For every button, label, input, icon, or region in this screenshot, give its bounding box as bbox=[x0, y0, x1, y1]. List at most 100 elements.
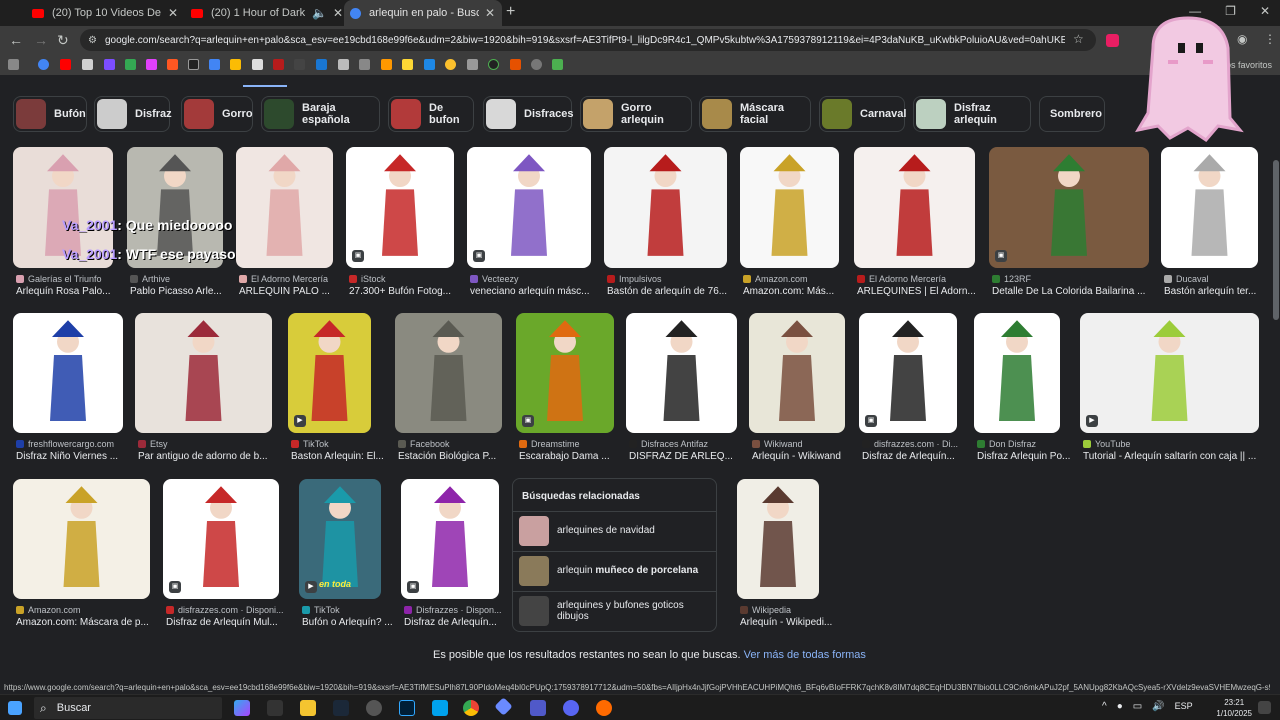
result-thumbnail[interactable]: ▣ bbox=[163, 479, 279, 599]
image-result[interactable]: Amazon.com Amazon.com: Más... bbox=[740, 147, 839, 316]
language-indicator[interactable]: ESP bbox=[1175, 701, 1193, 712]
bookmark-icon[interactable] bbox=[316, 59, 327, 70]
result-source[interactable]: Facebook bbox=[398, 439, 450, 449]
forward-icon[interactable]: → bbox=[34, 32, 48, 48]
result-thumbnail[interactable]: ▣ bbox=[516, 313, 614, 433]
bookmark-icon[interactable] bbox=[445, 59, 456, 70]
result-source[interactable]: TikTok bbox=[302, 605, 340, 615]
page-scrollbar[interactable] bbox=[1273, 80, 1279, 680]
result-source[interactable]: Amazon.com bbox=[16, 605, 81, 615]
image-result[interactable]: Amazon.com Amazon.com: Máscara de p... bbox=[13, 479, 150, 647]
notifications-icon[interactable] bbox=[1258, 701, 1271, 714]
app-icon[interactable] bbox=[494, 697, 513, 716]
result-thumbnail[interactable] bbox=[854, 147, 975, 268]
result-thumbnail[interactable]: ▣ bbox=[859, 313, 957, 433]
related-search-item[interactable]: arlequines y bufones goticos dibujos bbox=[513, 591, 716, 629]
result-thumbnail[interactable] bbox=[749, 313, 845, 433]
result-source[interactable]: 123RF bbox=[992, 274, 1031, 284]
steam-icon[interactable] bbox=[333, 700, 349, 716]
bookmark-icon[interactable] bbox=[82, 59, 93, 70]
result-source[interactable]: disfrazzes.com · Disponi... bbox=[166, 605, 284, 615]
discord-icon[interactable] bbox=[563, 700, 579, 716]
image-result[interactable]: Etsy Par antiguo de adorno de b... bbox=[135, 313, 272, 481]
result-source[interactable]: Dreamstime bbox=[519, 439, 580, 449]
bookmark-icon[interactable] bbox=[230, 59, 241, 70]
tab-youtube-dark[interactable]: (20) 1 Hour of Dark and Mysterious 🔈 ✕ bbox=[185, 3, 343, 23]
close-icon[interactable]: ✕ bbox=[333, 6, 343, 20]
result-source[interactable]: Arthive bbox=[130, 274, 170, 284]
chip-carnaval[interactable]: Carnaval bbox=[819, 96, 906, 132]
result-thumbnail[interactable]: ▶ en toda bbox=[299, 479, 381, 599]
new-tab-button[interactable]: + bbox=[506, 3, 515, 21]
result-source[interactable]: disfrazzes.com · Di... bbox=[862, 439, 958, 449]
chip-sombrero[interactable]: Sombrero bbox=[1039, 96, 1105, 132]
result-source[interactable]: Disfrazzes · Dispon... bbox=[404, 605, 502, 615]
bookmark-icon[interactable] bbox=[294, 59, 305, 70]
apps-icon[interactable] bbox=[8, 59, 19, 70]
bookmark-icon[interactable] bbox=[252, 59, 263, 70]
result-source[interactable]: El Adorno Mercería bbox=[239, 274, 328, 284]
close-icon[interactable]: ✕ bbox=[168, 6, 178, 20]
image-result[interactable]: Ducaval Bastón arlequín ter... bbox=[1161, 147, 1258, 316]
bookmark-icon[interactable] bbox=[510, 59, 521, 70]
result-thumbnail[interactable]: ▶ bbox=[1080, 313, 1259, 433]
bookmark-icon[interactable] bbox=[38, 59, 49, 70]
result-source[interactable]: freshflowercargo.com bbox=[16, 439, 114, 449]
result-source[interactable]: iStock bbox=[349, 274, 386, 284]
taskbar-search[interactable]: ⌕ Buscar bbox=[34, 697, 222, 719]
bookmark-icon[interactable] bbox=[531, 59, 542, 70]
bookmark-icon[interactable] bbox=[104, 59, 115, 70]
result-title[interactable]: Arlequín - Wikipedi... bbox=[740, 617, 862, 628]
result-thumbnail[interactable] bbox=[740, 147, 839, 268]
result-source[interactable]: Impulsivos bbox=[607, 274, 662, 284]
bookmark-icon[interactable] bbox=[125, 59, 136, 70]
related-search-item[interactable]: arlequin muñeco de porcelana bbox=[513, 551, 716, 589]
result-thumbnail[interactable] bbox=[13, 313, 123, 433]
image-result[interactable]: Wikiwand Arlequín - Wikiwand bbox=[749, 313, 845, 481]
image-result[interactable]: Facebook Estación Biológica P... bbox=[395, 313, 502, 481]
result-thumbnail[interactable] bbox=[395, 313, 502, 433]
result-source[interactable]: El Adorno Mercería bbox=[857, 274, 946, 284]
result-thumbnail[interactable] bbox=[1161, 147, 1258, 268]
teams-icon[interactable] bbox=[530, 700, 546, 716]
chip-de-bufon[interactable]: De bufon bbox=[388, 96, 474, 132]
bookmark-icon[interactable] bbox=[146, 59, 157, 70]
result-source[interactable]: Etsy bbox=[138, 439, 168, 449]
chip-gorro[interactable]: Gorro bbox=[181, 96, 253, 132]
result-source[interactable]: TikTok bbox=[291, 439, 329, 449]
bookmark-icon[interactable] bbox=[424, 59, 435, 70]
see-more-link[interactable]: Ver más de todas formas bbox=[744, 649, 866, 661]
result-title[interactable]: Bastón arlequín ter... bbox=[1164, 286, 1280, 297]
image-result[interactable]: Wikipedia Arlequín - Wikipedi... bbox=[737, 479, 832, 647]
bookmark-icon[interactable] bbox=[359, 59, 370, 70]
tab-google-search[interactable]: arlequin en palo - Buscar con Google ✕ bbox=[344, 0, 502, 26]
result-source[interactable]: Galerías el Triunfo bbox=[16, 274, 102, 284]
vegas-icon[interactable] bbox=[432, 700, 448, 716]
chip-gorro-arlequin[interactable]: Gorro arlequin bbox=[580, 96, 692, 132]
bookmark-icon[interactable] bbox=[488, 59, 499, 70]
result-thumbnail[interactable]: ▣ bbox=[346, 147, 454, 268]
image-result[interactable]: ▶ TikTok Baston Arlequin: El... bbox=[288, 313, 384, 481]
image-result[interactable]: freshflowercargo.com Disfraz Niño Viernes… bbox=[13, 313, 123, 481]
chip-disfraz[interactable]: Disfraz bbox=[94, 96, 172, 132]
back-icon[interactable]: ← bbox=[9, 32, 23, 48]
menu-icon[interactable]: ⋮ bbox=[1264, 32, 1276, 46]
bookmark-icon[interactable] bbox=[167, 59, 178, 70]
close-icon[interactable]: ✕ bbox=[485, 6, 495, 20]
image-result[interactable]: ▣ disfrazzes.com · Disponi... Disfraz de A… bbox=[163, 479, 284, 647]
result-thumbnail[interactable] bbox=[737, 479, 819, 599]
close-window-icon[interactable]: ✕ bbox=[1260, 4, 1270, 18]
image-result[interactable]: ▣ Dreamstime Escarabajo Dama ... bbox=[516, 313, 614, 481]
result-source[interactable]: Wikipedia bbox=[740, 605, 791, 615]
result-thumbnail[interactable] bbox=[604, 147, 727, 268]
result-thumbnail[interactable] bbox=[626, 313, 737, 433]
image-result[interactable]: Don Disfraz Disfraz Arlequin Po... bbox=[974, 313, 1070, 481]
image-result[interactable]: Disfraces Antifaz DISFRAZ DE ARLEQ... bbox=[626, 313, 737, 481]
network-icon[interactable]: ▭ bbox=[1133, 701, 1142, 712]
result-thumbnail[interactable] bbox=[974, 313, 1060, 433]
copilot-icon[interactable] bbox=[234, 700, 250, 716]
result-source[interactable]: Vecteezy bbox=[470, 274, 519, 284]
bookmark-icon[interactable] bbox=[273, 59, 284, 70]
photoshop-icon[interactable] bbox=[399, 700, 415, 716]
image-result[interactable]: ▣ Disfrazzes · Dispon... Disfraz de Arlequ… bbox=[401, 479, 502, 647]
